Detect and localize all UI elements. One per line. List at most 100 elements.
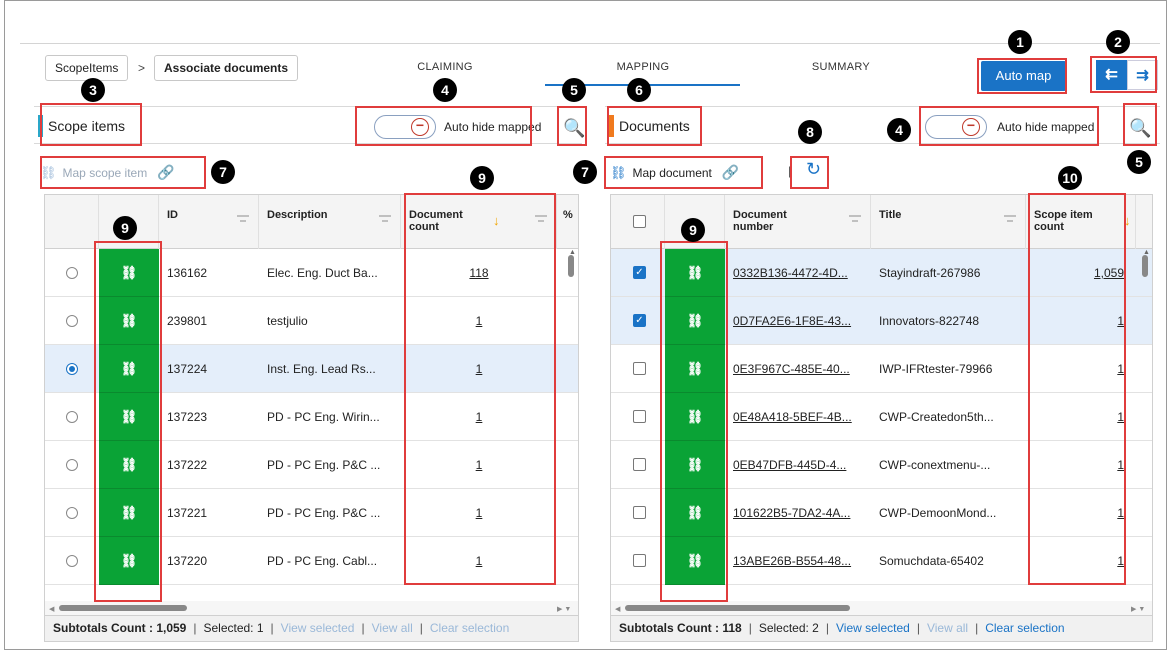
callout-box-map-document (604, 156, 763, 189)
column-header-document-number[interactable]: Document number (725, 195, 871, 249)
subtotals-count: Subtotals Count : 118 (619, 621, 742, 635)
row-checkbox[interactable] (633, 458, 646, 471)
view-selected-link[interactable]: View selected (281, 621, 355, 635)
column-header-percent[interactable]: % (557, 195, 578, 249)
scroll-left-arrow[interactable]: ◀ (49, 605, 54, 613)
cell-id: 136162 (167, 266, 208, 280)
filter-icon[interactable] (849, 215, 861, 223)
callout-box-map-column-right (660, 241, 728, 602)
cell-title: CWP-DemoonMond... (879, 506, 997, 520)
callout-box-auto-hide-right (919, 106, 1099, 146)
check-icon: ✓ (635, 267, 644, 278)
horizontal-scrollbar[interactable] (625, 605, 850, 611)
breadcrumb-associate-documents[interactable]: Associate documents (154, 55, 299, 81)
callout-box-refresh (790, 156, 829, 189)
horizontal-scrollbar[interactable] (59, 605, 187, 611)
cell-description: PD - PC Eng. Wirin... (267, 410, 380, 424)
filter-icon[interactable] (237, 215, 249, 223)
callout-9-doc-count: 9 (470, 166, 494, 190)
select-all-column-header (611, 195, 665, 249)
cell-title: Innovators-822748 (879, 314, 980, 328)
callout-box-map-column-left (94, 241, 162, 602)
filter-icon[interactable] (379, 215, 391, 223)
row-checkbox[interactable]: ✓ (633, 266, 646, 279)
column-header-document-number-label: Document number (733, 209, 787, 233)
cell-id: 137220 (167, 554, 208, 568)
view-all-link[interactable]: View all (927, 621, 968, 635)
scroll-left-arrow[interactable]: ◀ (615, 605, 620, 613)
row-radio[interactable] (66, 315, 78, 327)
cell-document-number-link[interactable]: 0D7FA2E6-1F8E-43... (733, 297, 867, 345)
view-all-link[interactable]: View all (372, 621, 413, 635)
tab-summary[interactable]: SUMMARY (806, 61, 876, 73)
tab-claiming[interactable]: CLAIMING (415, 61, 475, 73)
column-header-description[interactable]: Description (259, 195, 401, 249)
scroll-right-arrow[interactable]: ▶ ▼ (557, 605, 571, 613)
callout-4-left: 4 (433, 78, 457, 102)
callout-7-right: 7 (573, 160, 597, 184)
callout-1: 1 (1008, 30, 1032, 54)
row-checkbox[interactable] (633, 410, 646, 423)
select-column-header (45, 195, 99, 249)
row-radio[interactable] (66, 411, 78, 423)
column-header-title[interactable]: Title (871, 195, 1026, 249)
row-radio[interactable] (66, 267, 78, 279)
cell-document-number-link[interactable]: 0E48A418-5BEF-4B... (733, 393, 867, 441)
row-radio[interactable] (66, 459, 78, 471)
tab-mapping[interactable]: MAPPING (613, 61, 673, 73)
callout-box-auto-map (977, 58, 1067, 94)
row-checkbox[interactable] (633, 554, 646, 567)
scroll-right-arrow[interactable]: ▶ ▼ (1131, 605, 1145, 613)
row-checkbox[interactable]: ✓ (633, 314, 646, 327)
callout-2: 2 (1106, 30, 1130, 54)
row-radio[interactable] (66, 555, 78, 567)
column-header-description-label: Description (267, 209, 328, 221)
cell-document-number-link[interactable]: 13ABE26B-B554-48... (733, 537, 867, 585)
row-radio[interactable] (66, 363, 78, 375)
cell-description: testjulio (267, 314, 308, 328)
clear-selection-link[interactable]: Clear selection (985, 621, 1064, 635)
callout-9-left: 9 (113, 216, 137, 240)
callout-box-search-left (557, 106, 587, 146)
row-checkbox[interactable] (633, 506, 646, 519)
cell-description: PD - PC Eng. P&C ... (267, 458, 381, 472)
callout-box-view-toggle (1090, 56, 1157, 93)
cell-description: PD - PC Eng. P&C ... (267, 506, 381, 520)
cell-description: Inst. Eng. Lead Rs... (267, 362, 376, 376)
vertical-scrollbar[interactable] (1142, 255, 1148, 277)
row-checkbox[interactable] (633, 362, 646, 375)
cell-id: 137224 (167, 362, 208, 376)
callout-box-map-scope-item (40, 156, 206, 189)
vertical-scrollbar[interactable] (568, 255, 574, 277)
column-header-id[interactable]: ID (159, 195, 259, 249)
documents-footer: Subtotals Count : 118 | Selected: 2 | View s… (610, 616, 1153, 642)
callout-5-right: 5 (1127, 150, 1151, 174)
clear-selection-link[interactable]: Clear selection (430, 621, 509, 635)
cell-document-number-link[interactable]: 0332B136-4472-4D... (733, 249, 867, 297)
filter-icon[interactable] (1004, 215, 1016, 223)
check-icon: ✓ (635, 315, 644, 326)
callout-box-search-right (1123, 103, 1157, 146)
row-radio[interactable] (66, 507, 78, 519)
callout-box-scope-item-count (1028, 193, 1126, 585)
cell-description: PD - PC Eng. Cabl... (267, 554, 378, 568)
cell-title: CWP-Createdon5th... (879, 410, 994, 424)
subtotals-count: Subtotals Count : 1,059 (53, 621, 187, 635)
callout-3: 3 (81, 78, 105, 102)
cell-title: CWP-conextmenu-... (879, 458, 991, 472)
callout-4-right: 4 (887, 118, 911, 142)
column-header-title-label: Title (879, 209, 902, 221)
cell-title: IWP-IFRtester-79966 (879, 362, 993, 376)
view-selected-link[interactable]: View selected (836, 621, 910, 635)
callout-box-scope-items (40, 103, 142, 146)
cell-document-number-link[interactable]: 101622B5-7DA2-4A... (733, 489, 867, 537)
breadcrumb-scopeitems[interactable]: ScopeItems (45, 55, 129, 81)
select-all-checkbox[interactable] (633, 215, 646, 228)
cell-document-number-link[interactable]: 0E3F967C-485E-40... (733, 345, 867, 393)
cell-id: 137222 (167, 458, 208, 472)
cell-title: Somuchdata-65402 (879, 554, 984, 568)
breadcrumb-separator: > (138, 61, 146, 75)
callout-10: 10 (1058, 166, 1082, 190)
callout-7-left: 7 (211, 160, 235, 184)
cell-document-number-link[interactable]: 0EB47DFB-445D-4... (733, 441, 867, 489)
